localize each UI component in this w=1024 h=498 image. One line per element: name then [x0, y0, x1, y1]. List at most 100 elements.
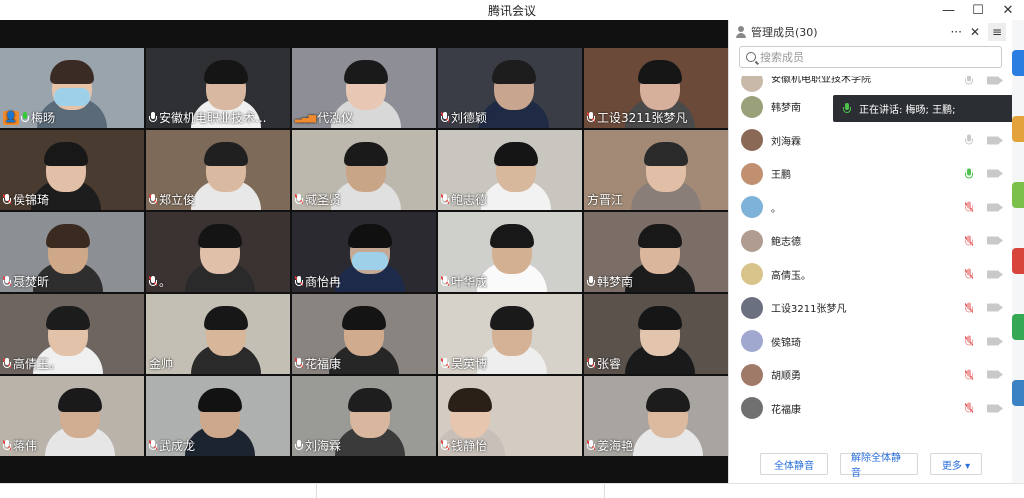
mic-muted-icon[interactable]	[965, 268, 973, 280]
title-bar: 腾讯会议 — ☐ ✕	[0, 0, 1024, 20]
mic-muted-icon[interactable]	[965, 335, 973, 347]
panel-title: 管理成员(30)	[751, 26, 818, 39]
video-tile[interactable]: 侯锦琦	[0, 130, 144, 210]
camera-icon[interactable]	[987, 337, 1003, 346]
member-row[interactable]: 刘海霖	[729, 124, 1013, 158]
video-tile[interactable]: 金帅	[146, 294, 290, 374]
participant-name: 刘德颖	[451, 111, 488, 125]
mute-all-button[interactable]: 全体静音	[760, 453, 828, 475]
desktop-shortcut-icon[interactable]	[1012, 182, 1024, 208]
mic-muted-icon	[149, 276, 157, 287]
video-tile[interactable]: 。	[146, 212, 290, 292]
video-tile[interactable]: 武成龙	[146, 376, 290, 456]
user-icon	[735, 26, 747, 38]
window-controls: — ☐ ✕	[942, 0, 1014, 20]
video-tile[interactable]: 高倩玉。	[0, 294, 144, 374]
camera-icon[interactable]	[987, 270, 1003, 279]
avatar	[741, 397, 763, 420]
video-tile[interactable]: 花福康	[292, 294, 436, 374]
video-tile[interactable]: 吴英博	[438, 294, 582, 374]
camera-icon[interactable]	[987, 203, 1003, 212]
video-tile[interactable]: 商怡冉	[292, 212, 436, 292]
desktop-edge	[1012, 20, 1024, 483]
avatar	[741, 229, 763, 252]
camera-icon[interactable]	[987, 370, 1003, 379]
face-mask	[352, 252, 388, 270]
video-tile[interactable]: 方晋江	[584, 130, 728, 210]
video-tile[interactable]: 张睿	[584, 294, 728, 374]
video-tile[interactable]: 姜海艳	[584, 376, 728, 456]
mic-muted-icon[interactable]	[965, 402, 973, 414]
participant-hair	[638, 224, 682, 248]
more-button[interactable]: 更多 ▾	[930, 453, 982, 475]
search-placeholder: 搜索成员	[760, 51, 804, 64]
video-tile[interactable]: 叶华成	[438, 212, 582, 292]
video-tile[interactable]: 👤 梅旸	[0, 48, 144, 128]
member-controls	[965, 76, 1003, 86]
desktop-shortcut-icon[interactable]	[1012, 380, 1024, 406]
unmute-all-button[interactable]: 解除全体静音	[840, 453, 918, 479]
more-options-button[interactable]: ···	[950, 25, 961, 39]
camera-icon[interactable]	[987, 236, 1003, 245]
mic-muted-icon[interactable]	[965, 369, 973, 381]
participant-name-bar: 姜海艳	[584, 437, 636, 454]
member-row[interactable]: 安徽机电职业技术学院	[729, 76, 1013, 92]
participant-name: 鲍志德	[451, 193, 488, 207]
member-row[interactable]: 胡顺勇	[729, 358, 1013, 392]
camera-icon[interactable]	[987, 76, 1003, 84]
member-row[interactable]: 鲍志德	[729, 224, 1013, 258]
member-row[interactable]: 王鹏	[729, 157, 1013, 191]
minimize-button[interactable]: —	[942, 3, 955, 18]
desktop-shortcut-icon[interactable]	[1012, 314, 1024, 340]
mic-muted-icon[interactable]	[965, 235, 973, 247]
member-row[interactable]: 侯锦琦	[729, 325, 1013, 359]
member-row[interactable]: 花福康	[729, 392, 1013, 426]
mic-icon[interactable]	[965, 134, 973, 146]
desktop-shortcut-icon[interactable]	[1012, 248, 1024, 274]
search-icon	[746, 52, 756, 62]
participant-hair	[492, 60, 536, 84]
participant-hair	[46, 224, 90, 248]
video-tile[interactable]: 韩梦南	[584, 212, 728, 292]
member-row[interactable]: 高倩玉。	[729, 258, 1013, 292]
mic-icon[interactable]	[965, 76, 973, 86]
mic-icon[interactable]	[965, 168, 973, 179]
avatar	[741, 363, 763, 386]
video-tile[interactable]: 安徽机电职业技术...	[146, 48, 290, 128]
close-button[interactable]: ✕	[1002, 3, 1014, 18]
camera-icon[interactable]	[987, 404, 1003, 413]
member-search-input[interactable]: 搜索成员	[739, 46, 1002, 68]
video-tile[interactable]: 刘德颖	[438, 48, 582, 128]
participant-name: 韩梦南	[597, 275, 634, 289]
mic-muted-icon[interactable]	[965, 302, 973, 314]
member-row[interactable]: 工设3211张梦凡	[729, 291, 1013, 325]
desktop-shortcut-icon[interactable]	[1012, 50, 1024, 76]
video-tile[interactable]: 臧圣贤	[292, 130, 436, 210]
camera-icon[interactable]	[987, 169, 1003, 178]
desktop-shortcut-icon[interactable]	[1012, 116, 1024, 142]
mic-muted-icon[interactable]	[965, 201, 973, 213]
member-row[interactable]: 。	[729, 191, 1013, 225]
panel-menu-button[interactable]: ≡	[988, 23, 1006, 41]
maximize-button[interactable]: ☐	[972, 3, 984, 18]
participant-hair	[44, 142, 88, 166]
member-controls	[965, 168, 1003, 179]
video-tile[interactable]: 工设3211张梦凡	[584, 48, 728, 128]
camera-icon[interactable]	[987, 303, 1003, 312]
video-tile[interactable]: 聂焚昕	[0, 212, 144, 292]
video-tile[interactable]: 刘海霖	[292, 376, 436, 456]
panel-close-button[interactable]: ✕	[970, 25, 980, 39]
video-tile[interactable]: ▂▃▅ 代泓仪	[292, 48, 436, 128]
participant-hair	[204, 306, 248, 330]
video-tile[interactable]: 蒋伟	[0, 376, 144, 456]
participant-name-bar: 方晋江	[584, 191, 626, 208]
participant-hair	[646, 388, 690, 412]
participant-name: 臧圣贤	[305, 193, 342, 207]
video-tile[interactable]: 郑立俊	[146, 130, 290, 210]
participant-name: 武成龙	[159, 439, 196, 453]
participant-hair	[46, 306, 90, 330]
video-tile[interactable]: 钱静怡	[438, 376, 582, 456]
participant-name-bar: 武成龙	[146, 437, 198, 454]
video-tile[interactable]: 鲍志德	[438, 130, 582, 210]
camera-icon[interactable]	[987, 136, 1003, 145]
